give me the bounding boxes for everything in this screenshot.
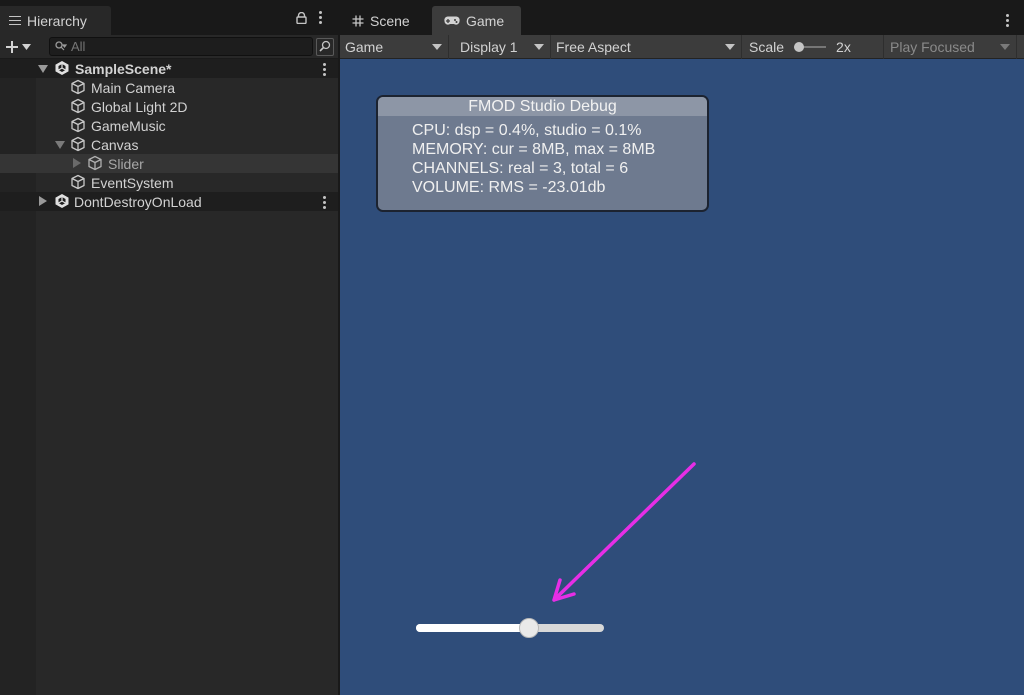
scene-row-samplescene[interactable]: SampleScene* bbox=[0, 59, 338, 78]
game-tab-bar: Scene Game bbox=[340, 0, 1024, 35]
hierarchy-toolbar bbox=[0, 35, 338, 59]
slider-fill bbox=[416, 624, 529, 632]
aspect-value: Free Aspect bbox=[556, 39, 631, 55]
unity-scene-icon bbox=[55, 61, 69, 75]
game-panel-menu-icon[interactable] bbox=[1006, 14, 1009, 27]
hierarchy-menu-icon[interactable] bbox=[319, 11, 322, 24]
tree-item-label: GameMusic bbox=[91, 117, 166, 134]
chevron-down-icon bbox=[22, 44, 31, 50]
lock-icon[interactable] bbox=[296, 11, 307, 24]
chevron-down-icon bbox=[725, 44, 735, 50]
tree-item-label: Global Light 2D bbox=[91, 98, 188, 115]
gameobject-cube-icon bbox=[71, 174, 85, 190]
tree-item-gamemusic[interactable]: GameMusic bbox=[0, 116, 338, 135]
view-mode-value: Game bbox=[345, 39, 384, 55]
tree-item-main-camera[interactable]: Main Camera bbox=[0, 78, 338, 97]
view-mode-dropdown[interactable]: Game bbox=[340, 35, 449, 59]
unity-scene-icon bbox=[55, 194, 69, 208]
gamepad-icon bbox=[444, 15, 460, 25]
game-viewport[interactable]: FMOD Studio Debug CPU: dsp = 0.4%, studi… bbox=[340, 59, 1024, 695]
plus-icon bbox=[6, 41, 18, 53]
gameobject-cube-icon bbox=[71, 98, 85, 114]
search-icon bbox=[55, 41, 67, 51]
hierarchy-panel: Hierarchy All SampleScene* Main Camera G… bbox=[0, 0, 338, 695]
expand-arrow-icon[interactable] bbox=[38, 65, 48, 73]
tab-scene[interactable]: Scene bbox=[340, 6, 430, 35]
chevron-down-icon bbox=[1000, 44, 1010, 50]
tree-item-label: Main Camera bbox=[91, 79, 176, 96]
display-dropdown[interactable]: Display 1 bbox=[455, 35, 551, 59]
tree-item-eventsystem[interactable]: EventSystem bbox=[0, 173, 338, 192]
play-mode-dropdown[interactable]: Play Focused bbox=[885, 35, 1017, 59]
search-options-icon bbox=[319, 40, 331, 52]
scale-label: Scale bbox=[749, 39, 785, 55]
expand-arrow-icon[interactable] bbox=[55, 141, 65, 149]
aspect-dropdown[interactable]: Free Aspect bbox=[551, 35, 742, 59]
annotation-arrow bbox=[552, 462, 696, 602]
tree-item-label: EventSystem bbox=[91, 174, 174, 191]
scene-row-dontdestroyonload[interactable]: DontDestroyOnLoad bbox=[0, 192, 338, 211]
create-button[interactable] bbox=[5, 37, 39, 57]
tree-item-label: Slider bbox=[108, 155, 144, 172]
tab-game[interactable]: Game bbox=[432, 6, 521, 35]
scene-menu-icon[interactable] bbox=[323, 63, 326, 76]
hierarchy-search[interactable] bbox=[49, 37, 313, 56]
scale-slider[interactable] bbox=[792, 41, 828, 53]
collapse-arrow-icon[interactable] bbox=[39, 196, 47, 206]
chevron-down-icon bbox=[432, 44, 442, 50]
tree-item-global-light-2d[interactable]: Global Light 2D bbox=[0, 97, 338, 116]
game-toolbar: Game Display 1 Free Aspect Scale 2x Play… bbox=[340, 35, 1024, 59]
tree-item-canvas[interactable]: Canvas bbox=[0, 135, 338, 154]
slider-handle[interactable] bbox=[518, 618, 539, 638]
display-value: Display 1 bbox=[460, 39, 518, 55]
scale-control: Scale 2x bbox=[744, 35, 884, 59]
tab-scene-label: Scene bbox=[370, 12, 410, 29]
hierarchy-tab-label: Hierarchy bbox=[27, 12, 87, 29]
gameobject-cube-icon bbox=[71, 79, 85, 95]
game-panel: Scene Game Game Display 1 Free Aspect Sc… bbox=[340, 0, 1024, 695]
chevron-down-icon bbox=[534, 44, 544, 50]
search-input[interactable] bbox=[71, 39, 291, 54]
scene-menu-icon[interactable] bbox=[323, 196, 326, 209]
hierarchy-tab[interactable]: Hierarchy bbox=[0, 6, 111, 35]
gameobject-cube-icon bbox=[88, 155, 102, 171]
tree-item-label: SampleScene* bbox=[75, 60, 172, 77]
gameobject-cube-icon bbox=[71, 136, 85, 152]
tree-item-label: Canvas bbox=[91, 136, 139, 153]
search-options-button[interactable] bbox=[316, 38, 334, 56]
annotation-arrow-line bbox=[552, 462, 696, 602]
play-mode-value: Play Focused bbox=[890, 39, 975, 55]
volume-slider[interactable] bbox=[416, 616, 606, 640]
tree-item-label: DontDestroyOnLoad bbox=[74, 193, 202, 210]
list-icon bbox=[9, 15, 21, 26]
tab-game-label: Game bbox=[466, 12, 505, 29]
gameobject-cube-icon bbox=[71, 117, 85, 133]
grid-hash-icon bbox=[352, 15, 364, 26]
tree-item-slider[interactable]: Slider bbox=[0, 154, 338, 173]
hierarchy-tab-bar: Hierarchy bbox=[0, 0, 338, 35]
scale-value: 2x bbox=[836, 39, 851, 55]
collapse-arrow-icon[interactable] bbox=[73, 158, 81, 168]
